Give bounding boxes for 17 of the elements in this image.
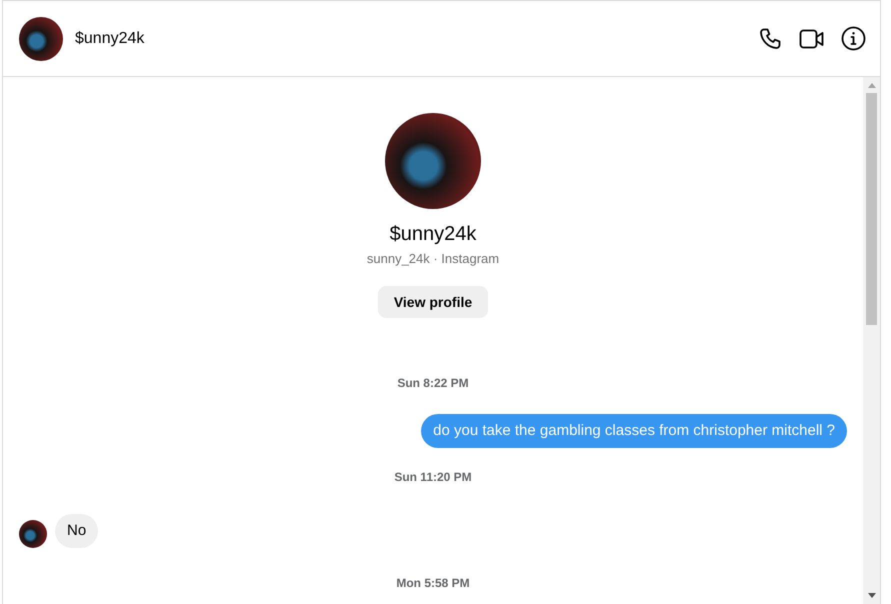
profile-subtitle: sunny_24k · Instagram xyxy=(366,251,500,266)
scroll-down-icon[interactable] xyxy=(868,593,876,598)
timestamp: Sun 11:20 PM xyxy=(393,470,473,484)
video-camera-icon[interactable] xyxy=(799,28,825,50)
phone-icon[interactable] xyxy=(759,26,783,50)
timestamp: Mon 5:58 PM xyxy=(395,576,471,590)
sent-message: do you take the gambling classes from christopher mitchell ? xyxy=(421,414,847,448)
scrollbar[interactable] xyxy=(863,77,880,604)
avatar-photo-placeholder xyxy=(19,520,47,548)
received-message: No xyxy=(55,514,98,548)
scrollbar-thumb[interactable] xyxy=(866,93,877,325)
info-icon[interactable] xyxy=(841,26,866,51)
timestamp: Sun 8:22 PM xyxy=(396,376,470,390)
avatar-photo-placeholder[interactable] xyxy=(19,16,63,60)
profile-name: $unny24k xyxy=(390,223,476,246)
contact-name[interactable]: $unny24k xyxy=(75,30,144,48)
view-profile-button[interactable]: View profile xyxy=(378,286,488,318)
